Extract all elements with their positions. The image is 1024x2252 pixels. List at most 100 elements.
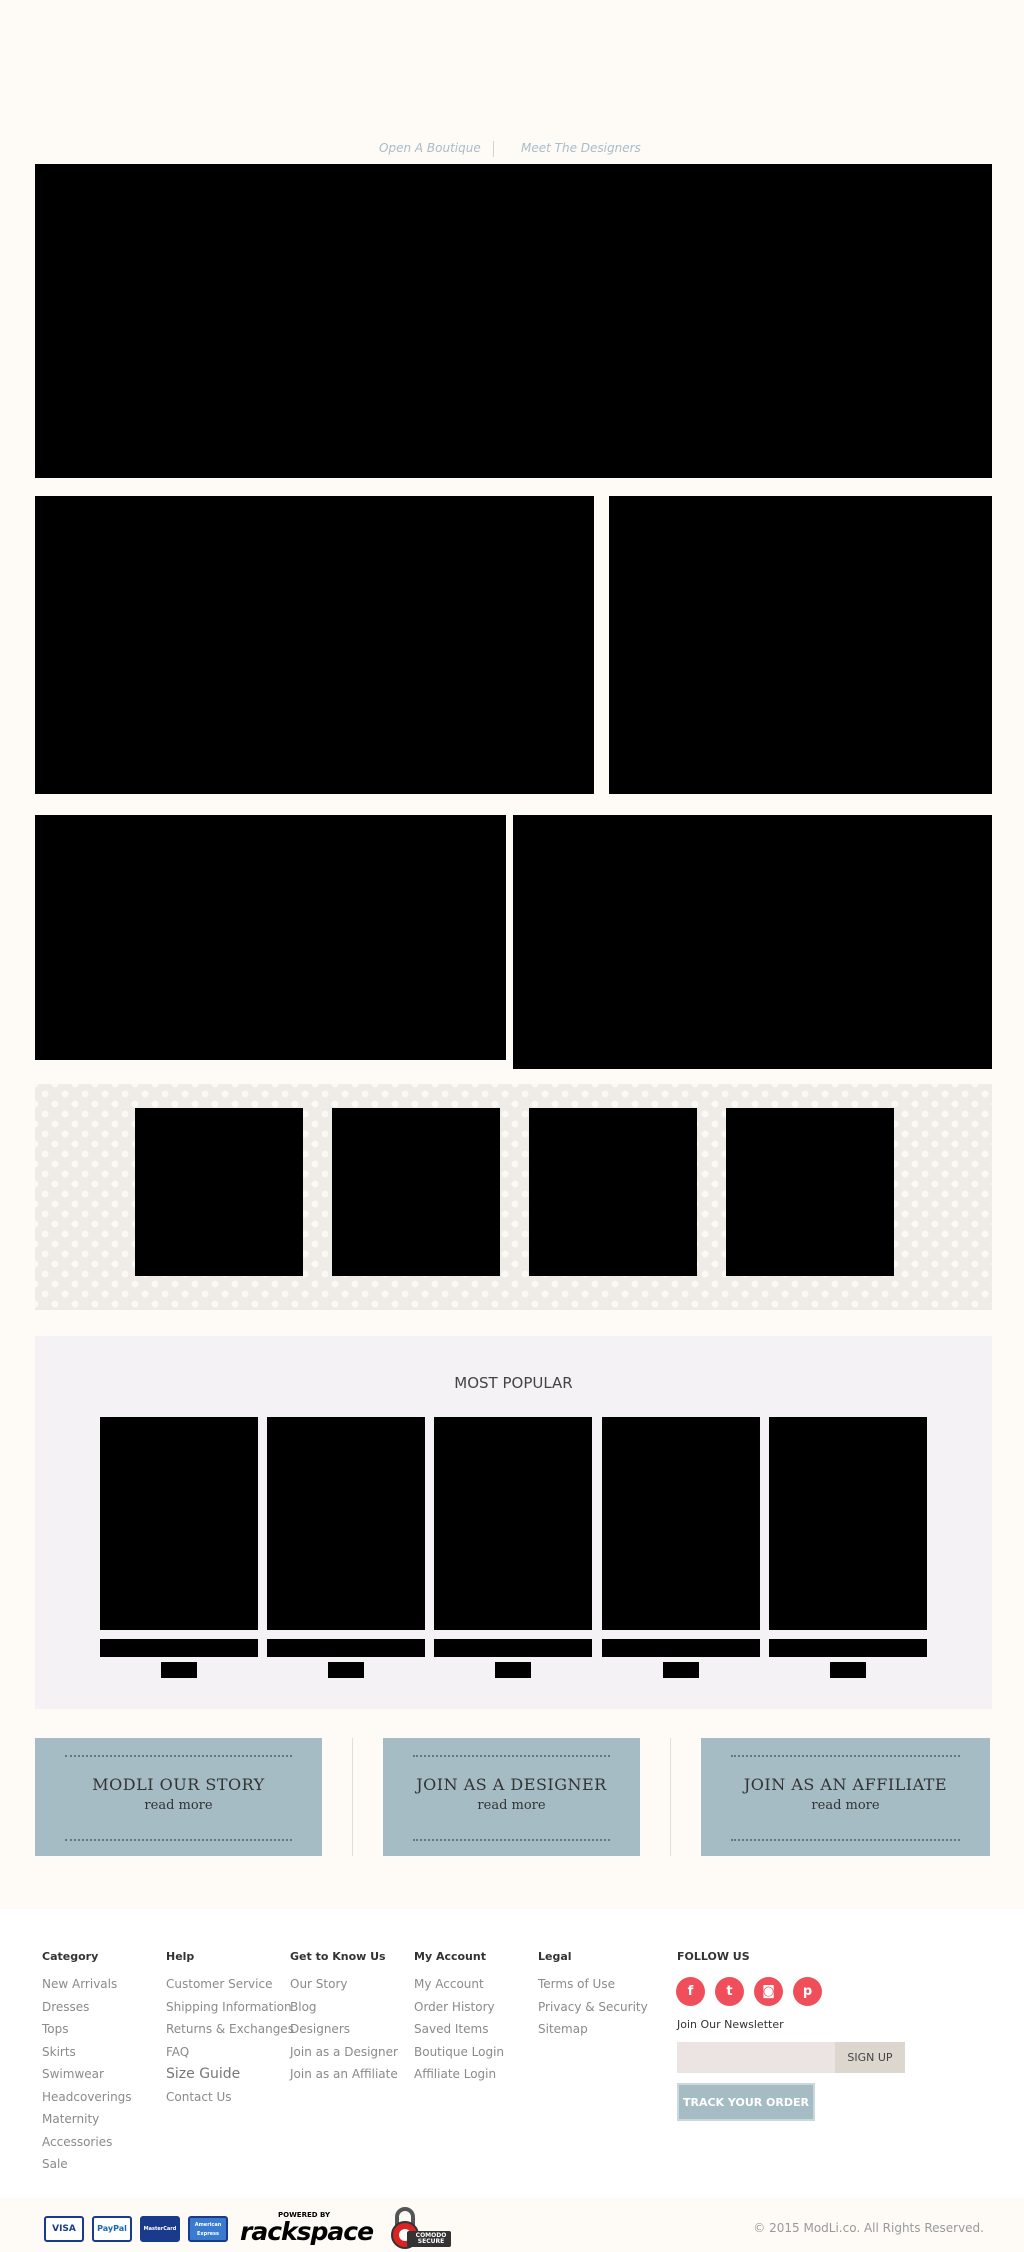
dotted-line [731,1839,960,1841]
card-title: JOIN AS A DESIGNER [416,1775,607,1794]
follow-us-heading: FOLLOW US [677,1950,750,1963]
product-name[interactable] [267,1639,425,1657]
footer-link[interactable]: Headcoverings [42,2086,132,2109]
featured-tile-1[interactable] [135,1108,303,1276]
featured-tile-3[interactable] [529,1108,697,1276]
join-designer-card[interactable]: JOIN AS A DESIGNER read more [383,1738,640,1856]
product-image[interactable] [769,1417,927,1630]
site-footer: Category New Arrivals Dresses Tops Skirt… [0,1909,1024,2252]
footer-link[interactable]: My Account [414,1973,504,1996]
meet-designers-link[interactable]: Meet The Designers [521,141,641,155]
join-affiliate-card[interactable]: JOIN AS AN AFFILIATE read more [701,1738,990,1856]
footer-bottom-bar: VISA PayPal MasterCard American Express … [0,2198,1024,2252]
visa-icon: VISA [44,2216,84,2242]
footer-legal-column: Legal Terms of Use Privacy & Security Si… [538,1950,648,2041]
mastercard-icon: MasterCard [140,2216,180,2242]
facebook-icon[interactable]: f [676,1977,705,2006]
hero-banner[interactable] [35,164,992,478]
card-title: JOIN AS AN AFFILIATE [743,1775,948,1794]
footer-category-column: Category New Arrivals Dresses Tops Skirt… [42,1950,132,2176]
product-name[interactable] [434,1639,592,1657]
card-divider [670,1738,671,1856]
product-price [663,1662,699,1678]
footer-link[interactable]: Blog [290,1996,398,2019]
product-image[interactable] [100,1417,258,1630]
instagram-icon[interactable]: ◙ [754,1977,783,2006]
rackspace-logo: POWERED BY rackspace [240,2211,378,2246]
our-story-card[interactable]: MODLI OUR STORY read more [35,1738,322,1856]
footer-link[interactable]: Tops [42,2018,132,2041]
read-more-link[interactable]: read more [35,1798,322,1813]
footer-link[interactable]: New Arrivals [42,1973,132,1996]
card-title: MODLI OUR STORY [92,1775,265,1794]
footer-link[interactable]: Join as a Designer [290,2041,398,2064]
footer-link[interactable]: Shipping Information [166,1996,294,2019]
footer-link[interactable]: Skirts [42,2041,132,2064]
read-more-link[interactable]: read more [701,1798,990,1813]
comodo-label: COMODO SECURE [415,2232,447,2245]
product-price [495,1662,531,1678]
footer-link[interactable]: Sale [42,2153,132,2176]
copyright-text: © 2015 ModLi.co. All Rights Reserved. [753,2221,984,2235]
footer-link[interactable]: Swimwear [42,2063,132,2086]
footer-heading: Legal [538,1950,572,1963]
footer-account-column: My Account My Account Order History Save… [414,1950,504,2086]
rackspace-wordmark: rackspace [240,2217,374,2246]
amex-icon: American Express [188,2216,228,2242]
footer-heading: Category [42,1950,99,1963]
track-order-button[interactable]: TRACK YOUR ORDER [677,2083,815,2121]
product-name[interactable] [602,1639,760,1657]
dotted-line [65,1755,292,1757]
newsletter-label: Join Our Newsletter [677,2018,784,2031]
open-boutique-link[interactable]: Open A Boutique [379,141,481,155]
product-price [328,1662,364,1678]
dotted-line [413,1839,610,1841]
footer-link[interactable]: Terms of Use [538,1973,648,1996]
footer-link[interactable]: Customer Service [166,1973,294,1996]
footer-link[interactable]: Privacy & Security [538,1996,648,2019]
twitter-icon[interactable]: t [715,1977,744,2006]
featured-tile-2[interactable] [332,1108,500,1276]
footer-heading: Help [166,1950,195,1963]
product-image[interactable] [602,1417,760,1630]
promo-banner-1[interactable] [35,496,594,794]
dotted-line [65,1839,292,1841]
footer-link[interactable]: Maternity [42,2108,132,2131]
product-price [161,1662,197,1678]
comodo-secure-badge: COMODO SECURE [387,2205,455,2249]
top-links-divider [493,141,494,157]
newsletter-email-input[interactable] [677,2042,835,2073]
footer-link[interactable]: Accessories [42,2131,132,2154]
footer-follow-column: FOLLOW US [677,1950,750,1973]
signup-button[interactable]: SIGN UP [835,2042,905,2073]
product-name[interactable] [100,1639,258,1657]
footer-link[interactable]: Join as an Affiliate [290,2063,398,2086]
footer-link[interactable]: Affiliate Login [414,2063,504,2086]
product-price [830,1662,866,1678]
promo-banner-2[interactable] [609,496,992,794]
footer-link[interactable]: Sitemap [538,2018,648,2041]
featured-tile-4[interactable] [726,1108,894,1276]
featured-strip [35,1084,992,1310]
footer-link[interactable]: Size Guide [166,2063,294,2086]
footer-link[interactable]: Saved Items [414,2018,504,2041]
footer-link[interactable]: Designers [290,2018,398,2041]
footer-link[interactable]: Boutique Login [414,2041,504,2064]
product-image[interactable] [434,1417,592,1630]
footer-link[interactable]: Dresses [42,1996,132,2019]
promo-banner-4[interactable] [513,815,992,1069]
footer-link[interactable]: FAQ [166,2041,294,2064]
footer-link[interactable]: Order History [414,1996,504,2019]
paypal-icon: PayPal [92,2216,132,2242]
footer-link[interactable]: Returns & Exchanges [166,2018,294,2041]
pinterest-icon[interactable]: p [793,1977,822,2006]
product-image[interactable] [267,1417,425,1630]
most-popular-section: MOST POPULAR [35,1336,992,1709]
read-more-link[interactable]: read more [383,1798,640,1813]
footer-link[interactable]: Contact Us [166,2086,294,2109]
dotted-line [731,1755,960,1757]
footer-link[interactable]: Our Story [290,1973,398,1996]
product-name[interactable] [769,1639,927,1657]
footer-help-column: Help Customer Service Shipping Informati… [166,1950,294,2108]
promo-banner-3[interactable] [35,815,506,1060]
